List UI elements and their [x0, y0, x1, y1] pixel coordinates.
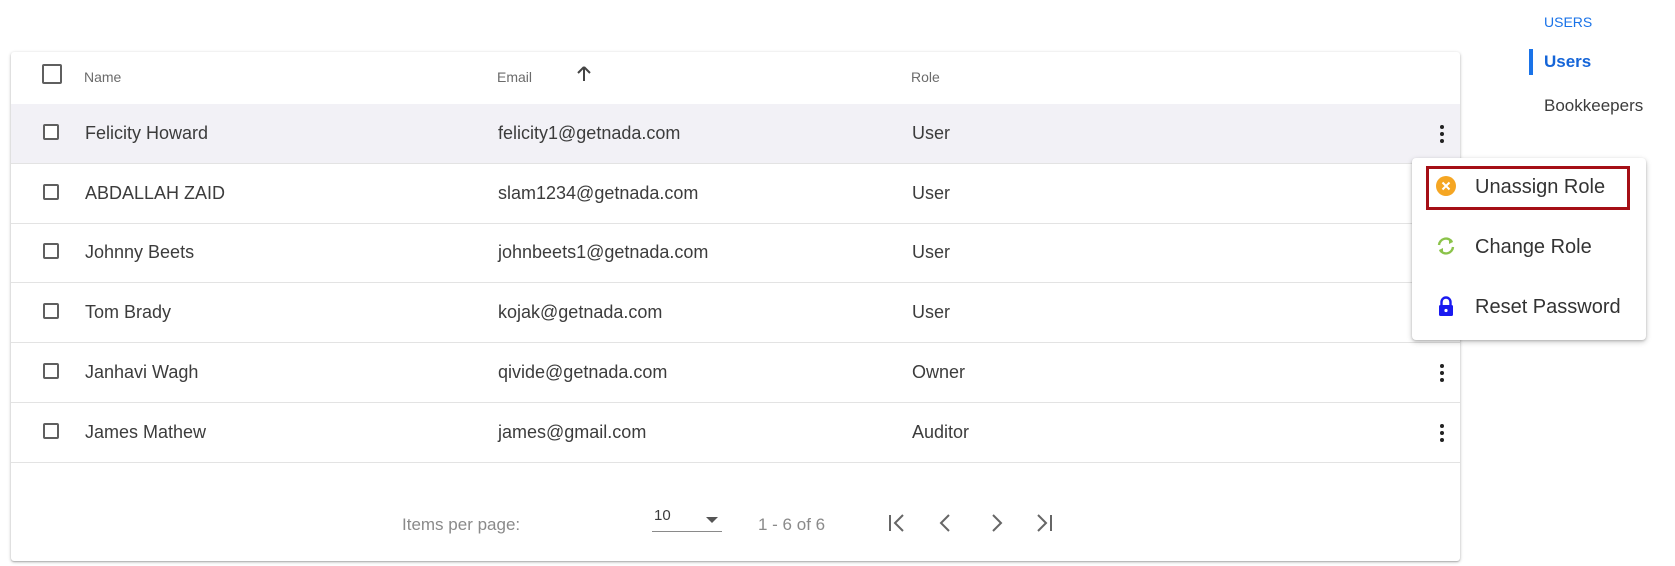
- row-checkbox[interactable]: [43, 124, 59, 140]
- sidebar-heading: USERS: [1544, 14, 1593, 30]
- user-role: Owner: [912, 362, 966, 382]
- user-name: James Mathew: [85, 422, 207, 442]
- menu-item-label: Change Role: [1475, 236, 1592, 258]
- menu-item-label: Unassign Role: [1475, 176, 1606, 198]
- page-range-label: 1 - 6 of 6: [758, 515, 826, 534]
- next-page-icon[interactable]: [983, 510, 1009, 536]
- row-checkbox[interactable]: [43, 363, 59, 379]
- users-table: Name Email Role Felicity Howard felicity…: [11, 52, 1460, 561]
- user-role: User: [912, 302, 951, 322]
- previous-page-icon[interactable]: [933, 510, 959, 536]
- row-checkbox[interactable]: [43, 423, 59, 439]
- paginator: Items per page: 10 1 - 6 of 6: [11, 488, 1460, 561]
- select-all-checkbox[interactable]: [42, 64, 62, 84]
- more-options-icon[interactable]: [1432, 361, 1452, 385]
- column-header-name[interactable]: Name: [84, 69, 121, 85]
- row-checkbox[interactable]: [43, 303, 59, 319]
- menu-item-unassign-role[interactable]: Unassign Role: [1412, 162, 1646, 214]
- user-role: Auditor: [912, 422, 970, 442]
- user-role: User: [912, 123, 951, 143]
- more-options-icon[interactable]: [1432, 122, 1452, 146]
- table-row[interactable]: Felicity Howard felicity1@getnada.com Us…: [11, 104, 1460, 164]
- table-row[interactable]: Janhavi Wagh qivide@getnada.com Owner: [11, 343, 1460, 403]
- table-row[interactable]: ABDALLAH ZAID slam1234@getnada.com User: [11, 164, 1460, 224]
- items-per-page-label: Items per page:: [402, 515, 521, 534]
- column-header-role[interactable]: Role: [911, 69, 940, 85]
- page-size-value: 10: [654, 507, 671, 524]
- more-options-icon[interactable]: [1432, 421, 1452, 445]
- user-name: Felicity Howard: [85, 123, 209, 143]
- user-email: kojak@getnada.com: [498, 302, 663, 322]
- user-email: qivide@getnada.com: [498, 362, 668, 382]
- user-email: felicity1@getnada.com: [498, 123, 681, 143]
- user-email: johnbeets1@getnada.com: [498, 242, 709, 262]
- table-header-row: Name Email Role: [11, 52, 1460, 105]
- dropdown-caret-icon: [706, 517, 718, 523]
- user-role: User: [912, 183, 951, 203]
- user-name: Tom Brady: [85, 302, 172, 322]
- sidebar-item-users[interactable]: Users: [1544, 52, 1591, 72]
- user-email: slam1234@getnada.com: [498, 183, 699, 203]
- column-header-email[interactable]: Email: [497, 69, 532, 85]
- last-page-icon[interactable]: [1031, 510, 1057, 536]
- cancel-circle-icon: [1436, 176, 1456, 196]
- user-email: james@gmail.com: [498, 422, 647, 442]
- sidebar-item-bookkeepers[interactable]: Bookkeepers: [1544, 96, 1643, 116]
- first-page-icon[interactable]: [884, 510, 910, 536]
- row-actions-menu: Unassign Role Change Role Reset Password: [1412, 158, 1646, 340]
- active-indicator: [1529, 49, 1533, 75]
- row-checkbox[interactable]: [43, 243, 59, 259]
- page-size-select[interactable]: 10: [652, 505, 722, 532]
- menu-item-change-role[interactable]: Change Role: [1412, 222, 1646, 274]
- user-role: User: [912, 242, 951, 262]
- user-name: ABDALLAH ZAID: [85, 183, 226, 203]
- table-row[interactable]: Tom Brady kojak@getnada.com User: [11, 283, 1460, 343]
- user-name: Johnny Beets: [85, 242, 195, 262]
- menu-item-reset-password[interactable]: Reset Password: [1412, 282, 1646, 334]
- menu-item-label: Reset Password: [1475, 296, 1621, 318]
- row-checkbox[interactable]: [43, 184, 59, 200]
- user-name: Janhavi Wagh: [85, 362, 199, 382]
- sync-icon: [1437, 237, 1455, 255]
- lock-icon: [1439, 296, 1453, 316]
- table-row[interactable]: Johnny Beets johnbeets1@getnada.com User: [11, 223, 1460, 283]
- sort-ascending-icon[interactable]: [577, 66, 591, 82]
- table-row[interactable]: James Mathew james@gmail.com Auditor: [11, 403, 1460, 463]
